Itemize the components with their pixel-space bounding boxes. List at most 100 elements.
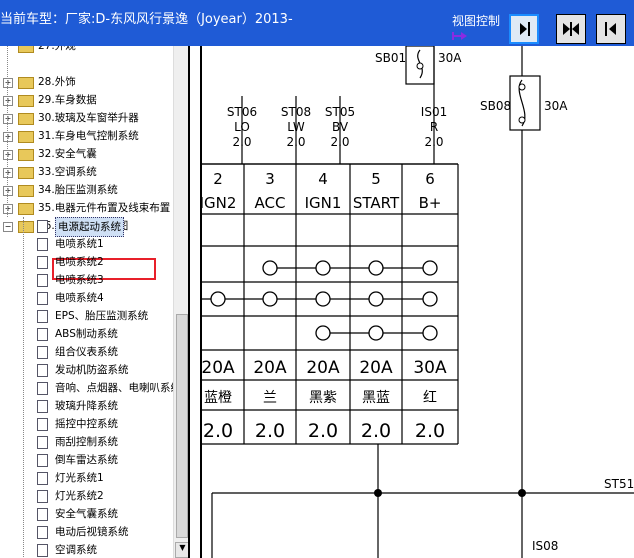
document-icon bbox=[37, 544, 48, 557]
document-icon bbox=[37, 508, 48, 521]
switch-contact bbox=[315, 291, 331, 307]
view-right-button[interactable] bbox=[509, 14, 539, 44]
view-center-button[interactable] bbox=[556, 14, 586, 44]
tree-child-label: 发动机防盗系统 bbox=[55, 364, 129, 376]
tree-folder-item[interactable]: +33.空调系统 bbox=[0, 163, 175, 181]
tree-child-label: 摇控中控系统 bbox=[55, 418, 118, 430]
view-control-label: 视图控制 bbox=[452, 14, 501, 28]
tree-child-item[interactable]: 电喷系统2 bbox=[0, 253, 175, 271]
column-wire-size: 2.0 bbox=[203, 420, 233, 442]
switch-contact bbox=[262, 291, 278, 307]
column-rating: 20A bbox=[202, 358, 235, 378]
tree-child-item[interactable]: EPS、胎压监测系统 bbox=[0, 307, 175, 325]
tree-child-label: 电喷系统3 bbox=[55, 274, 104, 286]
document-icon bbox=[37, 328, 48, 341]
tree-child-item[interactable]: 电喷系统4 bbox=[0, 289, 175, 307]
tree-folder-item[interactable]: +28.外饰 bbox=[0, 73, 175, 91]
tree-child-item[interactable]: 雨刮控制系统 bbox=[0, 433, 175, 451]
tree-child-label: 电喷系统2 bbox=[55, 256, 104, 268]
tree-child-item[interactable]: 灯光系统2 bbox=[0, 487, 175, 505]
expand-icon[interactable]: + bbox=[3, 78, 13, 88]
switch-contact bbox=[368, 325, 384, 341]
document-icon bbox=[37, 454, 48, 467]
tree-scrollbar[interactable]: ▼ bbox=[173, 46, 190, 558]
tree-folder-item[interactable]: +30.玻璃及车窗举升器 bbox=[0, 109, 175, 127]
tree-child-item[interactable]: 倒车雷达系统 bbox=[0, 451, 175, 469]
document-icon bbox=[37, 256, 48, 269]
column-name: START bbox=[353, 194, 400, 212]
expand-icon[interactable]: + bbox=[3, 132, 13, 142]
tree-folder-label: 29.车身数据 bbox=[38, 94, 97, 106]
expand-icon[interactable]: + bbox=[3, 168, 13, 178]
switch-contact bbox=[368, 260, 384, 276]
wire-is08-label: IS08 bbox=[532, 539, 558, 553]
column-wire-color: 黑紫 bbox=[309, 390, 337, 406]
column-name: IGN1 bbox=[305, 194, 342, 212]
tree-child-item[interactable]: 灯光系统1 bbox=[0, 469, 175, 487]
tree-child-label: 雨刮控制系统 bbox=[55, 436, 118, 448]
tree-child-item[interactable]: 组合仪表系统 bbox=[0, 343, 175, 361]
column-number: 6 bbox=[425, 170, 435, 188]
pin-icon[interactable] bbox=[452, 30, 468, 42]
panel-splitter[interactable] bbox=[188, 46, 202, 558]
expand-icon[interactable]: + bbox=[3, 96, 13, 106]
switch-contact bbox=[422, 291, 438, 307]
tree-folder-label: 34.胎压监测系统 bbox=[38, 184, 118, 196]
tree-child-label: 电喷系统1 bbox=[55, 238, 104, 250]
tree-child-item[interactable]: 发动机防盗系统 bbox=[0, 361, 175, 379]
folder-icon bbox=[18, 185, 34, 197]
tree-folder-item[interactable]: +35.电器元件布置及线束布置 bbox=[0, 199, 175, 217]
switch-contact bbox=[210, 291, 226, 307]
tree-child-item[interactable]: 电源起动系统 bbox=[0, 217, 175, 237]
tree-child-item[interactable]: 电动后视镜系统 bbox=[0, 523, 175, 541]
tree-child-label: 灯光系统2 bbox=[55, 490, 104, 502]
tree-child-label: 电源起动系统 bbox=[55, 217, 124, 237]
tree-folder-item[interactable]: +32.安全气囊 bbox=[0, 145, 175, 163]
switch-contact bbox=[368, 291, 384, 307]
expand-icon[interactable]: + bbox=[3, 186, 13, 196]
tree-folder-item[interactable]: +34.胎压监测系统 bbox=[0, 181, 175, 199]
column-number: 5 bbox=[371, 170, 381, 188]
tree-child-item[interactable]: 音响、点烟器、电喇叭系统 bbox=[0, 379, 181, 397]
column-rating: 20A bbox=[359, 358, 393, 378]
tree-child-item[interactable]: 摇控中控系统 bbox=[0, 415, 175, 433]
tree-panel: 27.外观 +28.外饰 +29.车身数据 +30.玻璃及车窗举升器 +31.车身电气… bbox=[0, 46, 188, 558]
tree-folder-item[interactable]: +29.车身数据 bbox=[0, 91, 175, 109]
tree-child-item[interactable]: 安全气囊系统 bbox=[0, 505, 175, 523]
column-number: 2 bbox=[213, 170, 223, 188]
tree-child-item[interactable]: ABS制动系统 bbox=[0, 325, 175, 343]
tree-child-item[interactable]: 玻璃升降系统 bbox=[0, 397, 175, 415]
view-left-button[interactable] bbox=[596, 14, 626, 44]
tree-folder-label: 33.空调系统 bbox=[38, 166, 97, 178]
column-wire-color: 红 bbox=[423, 390, 437, 406]
column-wire-color: 黑蓝 bbox=[362, 390, 390, 406]
switch-contact bbox=[422, 260, 438, 276]
document-icon bbox=[37, 274, 48, 287]
tree-folder-label: 35.电器元件布置及线束布置 bbox=[38, 202, 171, 214]
arrow-left-bar-icon bbox=[605, 22, 616, 36]
tree-folder-label: 31.车身电气控制系统 bbox=[38, 130, 139, 142]
tree-child-label: ABS制动系统 bbox=[55, 328, 118, 340]
column-name: B+ bbox=[419, 194, 442, 212]
expand-icon[interactable]: + bbox=[3, 204, 13, 214]
tree-child-item[interactable]: 电喷系统1 bbox=[0, 235, 175, 253]
tree-guide-line bbox=[23, 217, 24, 557]
switch-contact bbox=[422, 325, 438, 341]
document-icon bbox=[37, 418, 48, 431]
expand-icon[interactable]: + bbox=[3, 150, 13, 160]
folder-icon bbox=[18, 203, 34, 215]
tree-child-item[interactable]: 空调系统 bbox=[0, 541, 175, 558]
column-wire-size: 2.0 bbox=[255, 420, 285, 442]
column-wire-color: 兰 bbox=[263, 390, 277, 406]
tree-child-label: 倒车雷达系统 bbox=[55, 454, 118, 466]
folder-icon bbox=[18, 131, 34, 143]
scroll-thumb[interactable] bbox=[176, 314, 188, 538]
tree-child-item[interactable]: 电喷系统3 bbox=[0, 271, 175, 289]
document-icon bbox=[37, 238, 48, 251]
tree-folder-item[interactable]: +31.车身电气控制系统 bbox=[0, 127, 175, 145]
tree-child-label: 电喷系统4 bbox=[55, 292, 104, 304]
column-number: 3 bbox=[265, 170, 275, 188]
switch-contact bbox=[315, 325, 331, 341]
document-icon bbox=[37, 526, 48, 539]
expand-icon[interactable]: + bbox=[3, 114, 13, 124]
